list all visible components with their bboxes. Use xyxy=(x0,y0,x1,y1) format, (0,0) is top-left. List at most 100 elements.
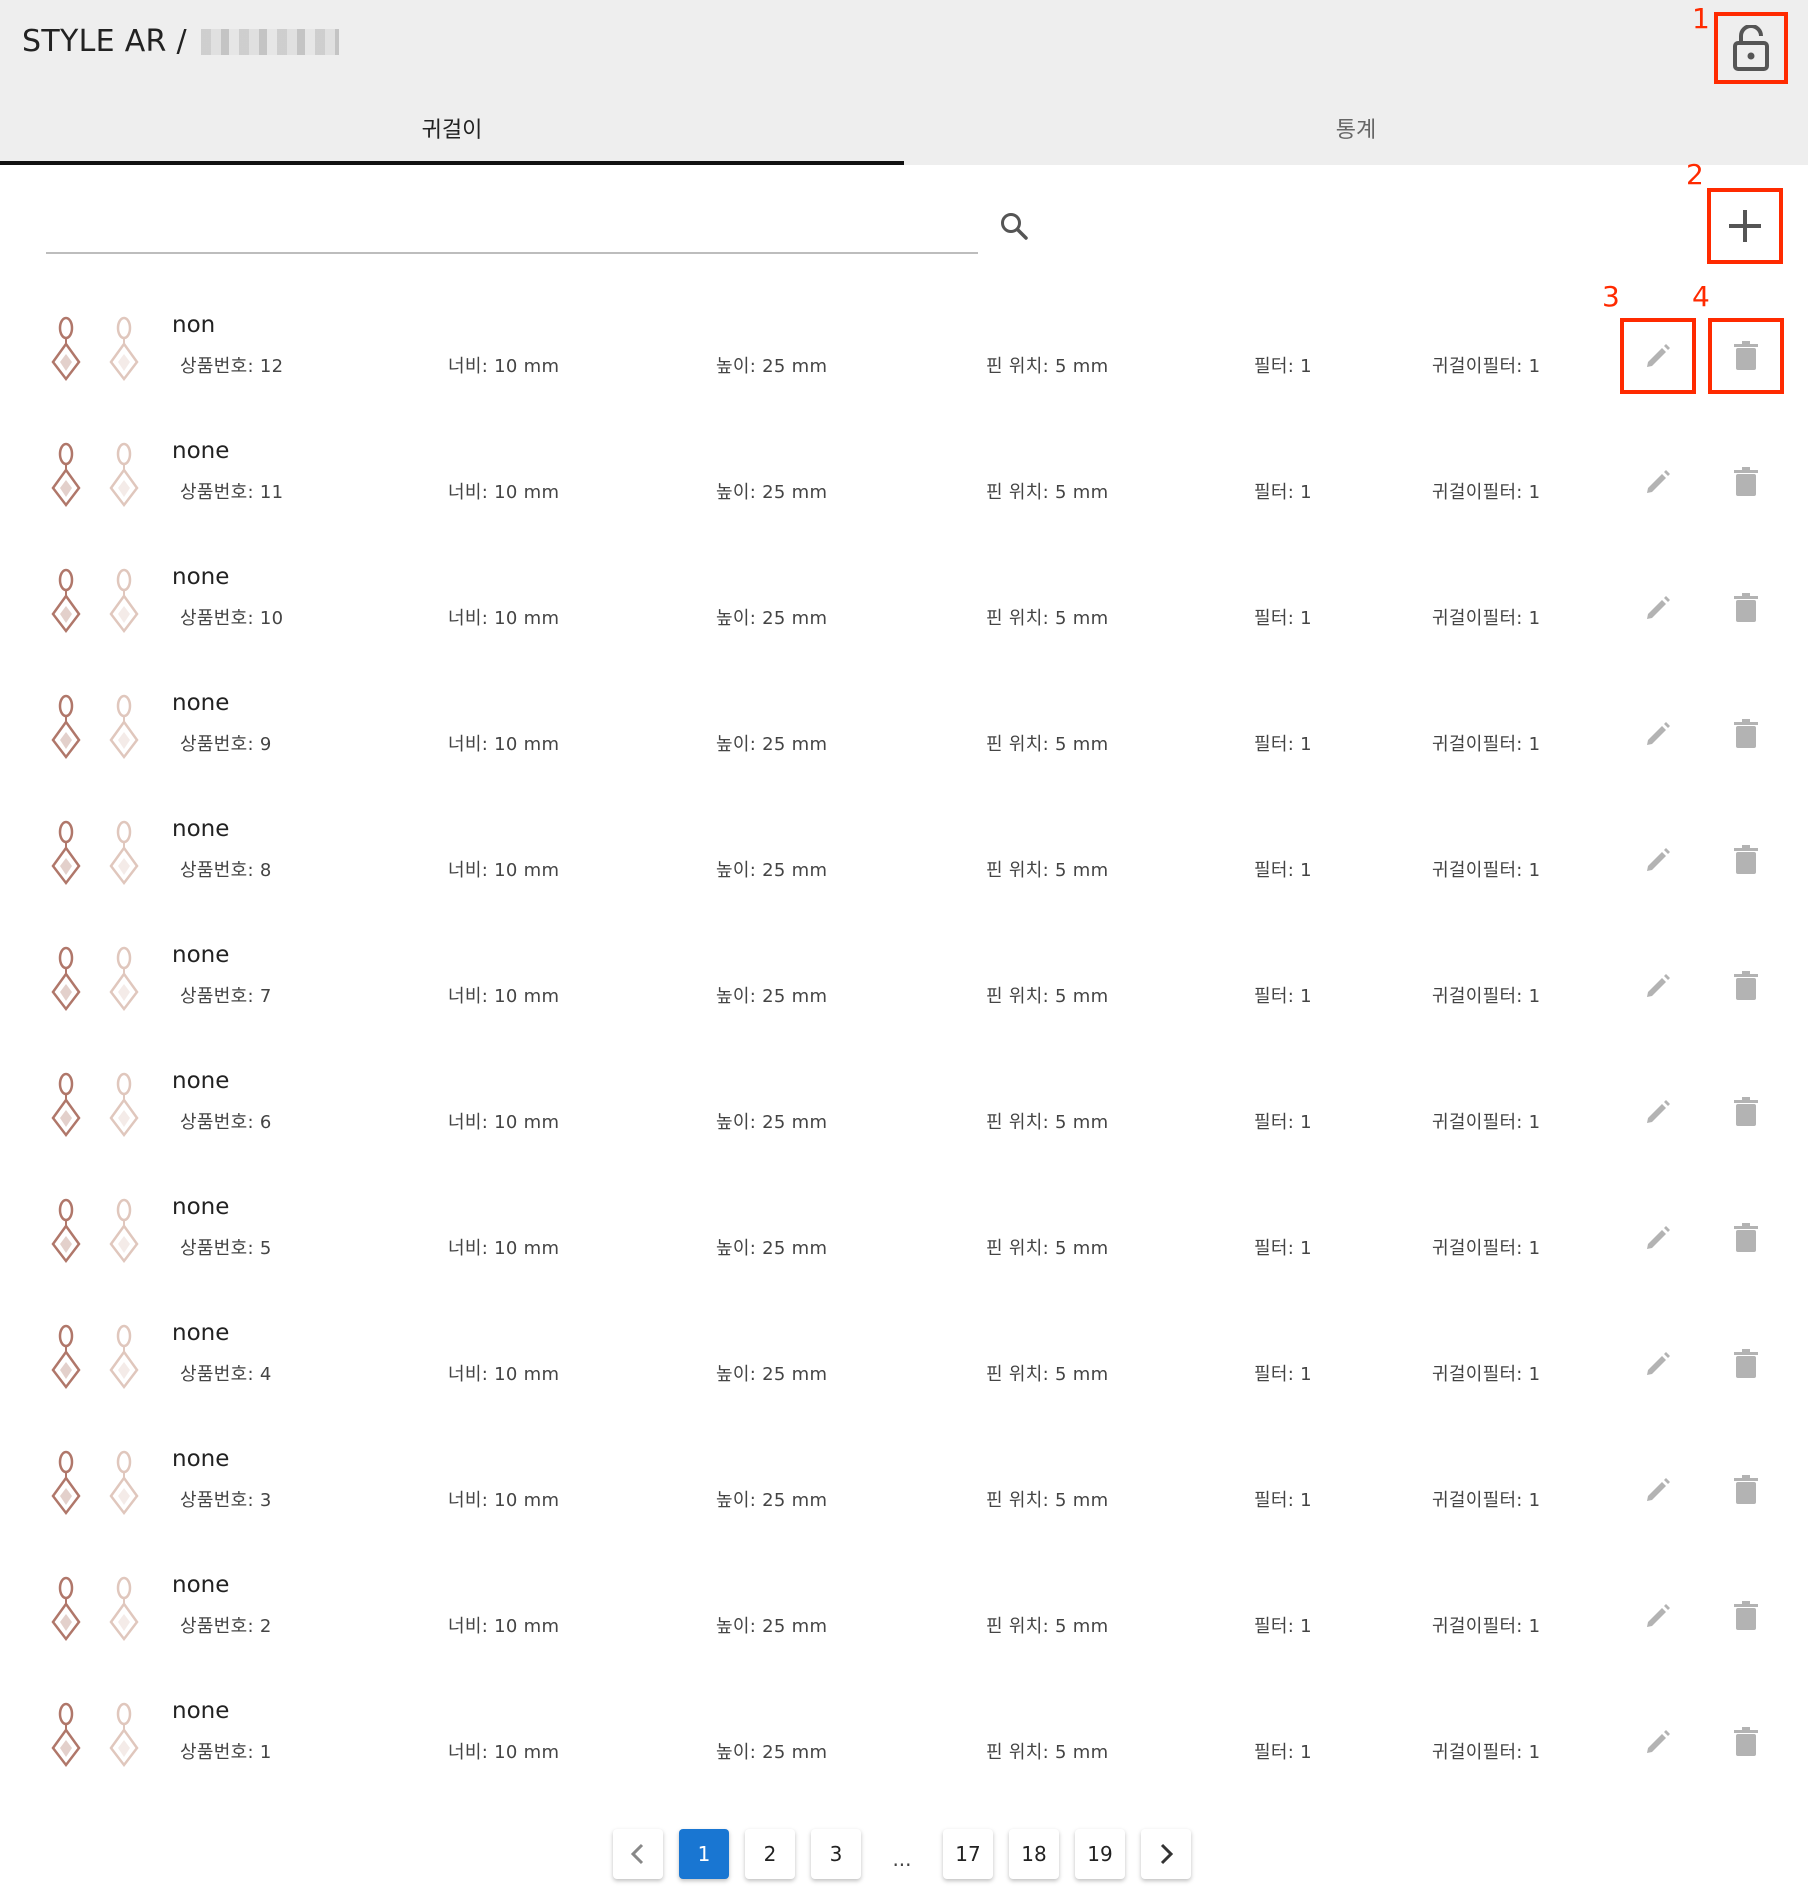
item-height: 높이: 25 mm xyxy=(716,734,828,755)
app-title: STYLE AR / xyxy=(22,24,339,59)
edit-button[interactable] xyxy=(1620,1326,1696,1402)
list-item[interactable]: none 상품번호: 1 너비: 10 mm 높이: 25 mm 핀 위치: 5 mm 필… xyxy=(0,1686,1808,1812)
delete-button[interactable] xyxy=(1708,1200,1784,1276)
earring-right-thumbnail xyxy=(104,1702,144,1768)
delete-button[interactable] xyxy=(1708,1704,1784,1780)
item-width: 너비: 10 mm xyxy=(448,986,560,1007)
edit-button[interactable] xyxy=(1620,1704,1696,1780)
item-width: 너비: 10 mm xyxy=(448,1238,560,1259)
pencil-icon xyxy=(1647,344,1670,367)
earring-right-thumbnail xyxy=(104,568,144,634)
item-name: none xyxy=(172,942,230,968)
list-item[interactable]: none 상품번호: 11 너비: 10 mm 높이: 25 mm 핀 위치: 5 mm… xyxy=(0,426,1808,552)
earring-left-thumbnail xyxy=(46,1072,86,1138)
edit-button[interactable] xyxy=(1620,1578,1696,1654)
delete-button[interactable] xyxy=(1708,822,1784,898)
pin-position: 핀 위치: 5 mm xyxy=(986,1742,1109,1763)
filter-value: 필터: 1 xyxy=(1254,1112,1312,1133)
trash-icon xyxy=(1734,467,1758,496)
edit-button[interactable] xyxy=(1620,696,1696,772)
pin-position: 핀 위치: 5 mm xyxy=(986,482,1109,503)
earring-filter-value: 귀걸이필터: 1 xyxy=(1432,482,1541,503)
next-page-button[interactable] xyxy=(1141,1829,1191,1879)
delete-button[interactable] xyxy=(1708,1074,1784,1150)
add-item-button[interactable] xyxy=(1707,188,1783,264)
earring-filter-value: 귀걸이필터: 1 xyxy=(1432,1616,1541,1637)
search-button[interactable] xyxy=(996,208,1032,244)
trash-icon xyxy=(1734,1097,1758,1126)
item-height: 높이: 25 mm xyxy=(716,986,828,1007)
pencil-icon xyxy=(1647,722,1670,745)
edit-button[interactable] xyxy=(1620,570,1696,646)
list-item[interactable]: none 상품번호: 4 너비: 10 mm 높이: 25 mm 핀 위치: 5 mm 필… xyxy=(0,1308,1808,1434)
list-item[interactable]: none 상품번호: 5 너비: 10 mm 높이: 25 mm 핀 위치: 5 mm 필… xyxy=(0,1182,1808,1308)
pin-position: 핀 위치: 5 mm xyxy=(986,608,1109,629)
earring-left-thumbnail xyxy=(46,1450,86,1516)
item-name: none xyxy=(172,1698,230,1724)
earring-right-thumbnail xyxy=(104,1450,144,1516)
delete-button[interactable] xyxy=(1708,444,1784,520)
delete-button[interactable] xyxy=(1708,1326,1784,1402)
pin-position: 핀 위치: 5 mm xyxy=(986,1238,1109,1259)
search-input[interactable] xyxy=(46,198,982,254)
edit-button[interactable] xyxy=(1620,318,1696,394)
page-button-19[interactable]: 19 xyxy=(1075,1829,1125,1879)
earring-filter-value: 귀걸이필터: 1 xyxy=(1432,608,1541,629)
list-item[interactable]: none 상품번호: 3 너비: 10 mm 높이: 25 mm 핀 위치: 5 mm 필… xyxy=(0,1434,1808,1560)
list-item[interactable]: none 상품번호: 9 너비: 10 mm 높이: 25 mm 핀 위치: 5 mm 필… xyxy=(0,678,1808,804)
list-item[interactable]: none 상품번호: 10 너비: 10 mm 높이: 25 mm 핀 위치: 5 mm… xyxy=(0,552,1808,678)
redacted-store-name xyxy=(200,28,339,55)
edit-button[interactable] xyxy=(1620,444,1696,520)
lock-button[interactable] xyxy=(1714,12,1788,84)
product-number: 상품번호: 1 xyxy=(180,1742,272,1763)
earring-filter-value: 귀걸이필터: 1 xyxy=(1432,986,1541,1007)
earring-left-thumbnail xyxy=(46,820,86,886)
trash-icon xyxy=(1734,1601,1758,1630)
page-button-2[interactable]: 2 xyxy=(745,1829,795,1879)
filter-value: 필터: 1 xyxy=(1254,1490,1312,1511)
earring-filter-value: 귀걸이필터: 1 xyxy=(1432,1364,1541,1385)
item-width: 너비: 10 mm xyxy=(448,860,560,881)
product-number: 상품번호: 9 xyxy=(180,734,272,755)
prev-page-button[interactable] xyxy=(613,1829,663,1879)
tab-statistics[interactable]: 통계 xyxy=(904,90,1808,165)
delete-button[interactable] xyxy=(1708,318,1784,394)
list-item[interactable]: none 상품번호: 2 너비: 10 mm 높이: 25 mm 핀 위치: 5 mm 필… xyxy=(0,1560,1808,1686)
plus-icon xyxy=(1729,210,1761,242)
item-height: 높이: 25 mm xyxy=(716,1742,828,1763)
edit-button[interactable] xyxy=(1620,1200,1696,1276)
search-field xyxy=(46,198,982,254)
edit-button[interactable] xyxy=(1620,1452,1696,1528)
item-height: 높이: 25 mm xyxy=(716,482,828,503)
tab-earrings[interactable]: 귀걸이 xyxy=(0,90,904,165)
earring-right-thumbnail xyxy=(104,1324,144,1390)
edit-button[interactable] xyxy=(1620,948,1696,1024)
item-name: none xyxy=(172,1068,230,1094)
tab-earrings-label: 귀걸이 xyxy=(421,117,483,143)
list-item[interactable]: none 상품번호: 7 너비: 10 mm 높이: 25 mm 핀 위치: 5 mm 필… xyxy=(0,930,1808,1056)
filter-value: 필터: 1 xyxy=(1254,734,1312,755)
item-name: none xyxy=(172,438,230,464)
pencil-icon xyxy=(1647,470,1670,493)
item-width: 너비: 10 mm xyxy=(448,482,560,503)
edit-button[interactable] xyxy=(1620,1074,1696,1150)
trash-icon xyxy=(1734,1349,1758,1378)
earring-right-thumbnail xyxy=(104,694,144,760)
delete-button[interactable] xyxy=(1708,696,1784,772)
delete-button[interactable] xyxy=(1708,948,1784,1024)
list-item[interactable]: non 상품번호: 12 너비: 10 mm 높이: 25 mm 핀 위치: 5 mm 필… xyxy=(0,300,1808,426)
pencil-icon xyxy=(1647,1730,1670,1753)
page-button-17[interactable]: 17 xyxy=(943,1829,993,1879)
delete-button[interactable] xyxy=(1708,1452,1784,1528)
delete-button[interactable] xyxy=(1708,570,1784,646)
list-item[interactable]: none 상품번호: 8 너비: 10 mm 높이: 25 mm 핀 위치: 5 mm 필… xyxy=(0,804,1808,930)
trash-icon xyxy=(1734,845,1758,874)
earring-right-thumbnail xyxy=(104,442,144,508)
page-button-1[interactable]: 1 xyxy=(679,1829,729,1879)
pin-position: 핀 위치: 5 mm xyxy=(986,860,1109,881)
list-item[interactable]: none 상품번호: 6 너비: 10 mm 높이: 25 mm 핀 위치: 5 mm 필… xyxy=(0,1056,1808,1182)
edit-button[interactable] xyxy=(1620,822,1696,898)
page-button-18[interactable]: 18 xyxy=(1009,1829,1059,1879)
delete-button[interactable] xyxy=(1708,1578,1784,1654)
page-button-3[interactable]: 3 xyxy=(811,1829,861,1879)
